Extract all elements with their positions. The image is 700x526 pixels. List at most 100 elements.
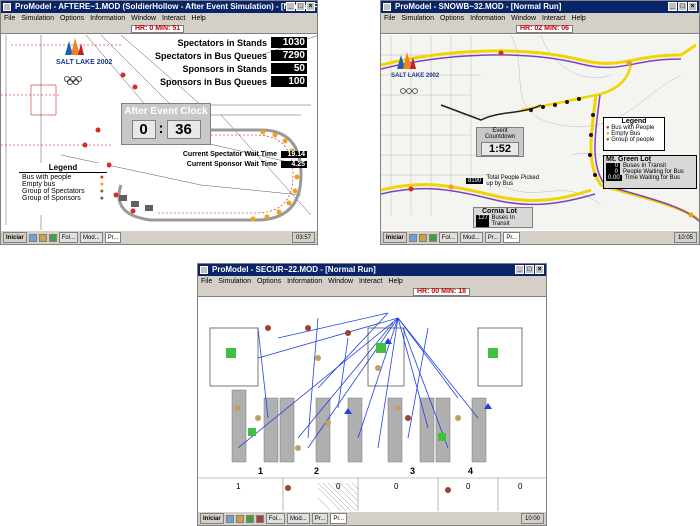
spectator-wait-time: Current Spectator Wait Time 19.14 <box>183 151 307 158</box>
quicklaunch-icon[interactable] <box>408 233 417 242</box>
simulation-canvas[interactable]: 1 2 3 4 1 0 0 0 0 <box>198 298 546 511</box>
tray-clock: 10:00 <box>520 513 544 524</box>
toolbar: HR: 0 MIN: 51 <box>1 24 317 34</box>
zone-count: 0 <box>336 482 341 491</box>
lot-title: Mt. Green Lot <box>606 156 652 163</box>
lane-label-4: 4 <box>468 466 474 476</box>
menu-help[interactable]: Help <box>388 276 402 287</box>
menu-window[interactable]: Window <box>131 13 156 24</box>
quicklaunch-icon[interactable] <box>28 233 37 242</box>
start-button[interactable]: Iniciar <box>200 513 224 524</box>
bus-people-icon: ● <box>99 174 104 181</box>
menu-help[interactable]: Help <box>571 13 585 24</box>
stat-sponsors-queues: Sponsors in Bus Queues 100 <box>160 76 307 87</box>
title-bar: ProModel - SNOWB~32.MOD - [Normal Run] _… <box>381 1 699 13</box>
taskbar-button[interactable]: Mod... <box>287 513 310 524</box>
menu-file[interactable]: File <box>201 276 212 287</box>
zone-count: 0 <box>466 482 471 491</box>
start-button[interactable]: Iniciar <box>383 232 407 243</box>
taskbar: Iniciar Fol... Mod... Pr... Pr... 10:05 <box>381 230 699 244</box>
menu-interact[interactable]: Interact <box>162 13 185 24</box>
quicklaunch-icon[interactable] <box>48 233 57 242</box>
quicklaunch-icon[interactable] <box>428 233 437 242</box>
taskbar-button[interactable]: Fol... <box>58 232 79 243</box>
legend-item: Empty bus ● <box>19 181 107 188</box>
close-button[interactable]: × <box>306 2 315 11</box>
simulation-canvas[interactable]: SALT LAKE 2002 Spectators in Stands 1030… <box>1 35 317 230</box>
quicklaunch-icon[interactable] <box>245 514 254 523</box>
legend-title: Legend <box>19 163 107 173</box>
taskbar-button[interactable]: Pr... <box>484 232 502 243</box>
minimize-button[interactable]: _ <box>668 2 677 11</box>
cornia-lot-panel: Cornia Lot 127 Buses In Transit <box>473 207 533 228</box>
promodel-app-icon <box>3 3 11 11</box>
legend-item: Group of Spectators ● <box>19 188 107 195</box>
logo-caption: SALT LAKE 2002 <box>391 73 440 79</box>
quicklaunch-icon[interactable] <box>38 233 47 242</box>
menu-simulation[interactable]: Simulation <box>401 13 434 24</box>
menu-interact[interactable]: Interact <box>542 13 565 24</box>
menu-information[interactable]: Information <box>287 276 322 287</box>
menu-bar: File Simulation Options Information Wind… <box>1 13 317 24</box>
close-button[interactable]: × <box>535 265 544 274</box>
taskbar-button[interactable]: Pr... <box>503 232 521 243</box>
menu-simulation[interactable]: Simulation <box>218 276 251 287</box>
wait-label: Current Spectator Wait Time <box>182 151 277 158</box>
taskbar-button[interactable]: Fol... <box>265 513 286 524</box>
menu-window[interactable]: Window <box>511 13 536 24</box>
minimize-button[interactable]: _ <box>515 265 524 274</box>
after-event-clock: After Event Clock 0 : 36 <box>121 103 211 145</box>
quicklaunch-icon[interactable] <box>225 514 234 523</box>
lot-row: 0.00 Time Waiting for Bus <box>604 175 696 181</box>
menu-information[interactable]: Information <box>470 13 505 24</box>
simulation-canvas[interactable]: SALT LAKE 2002 Event Countdown 1:52 8190… <box>381 35 699 230</box>
window-snowbasin: ProModel - SNOWB~32.MOD - [Normal Run] _… <box>380 0 700 245</box>
minimize-button[interactable]: _ <box>286 2 295 11</box>
toolbar: HR: 00 MIN: 18 <box>198 287 546 297</box>
menu-window[interactable]: Window <box>328 276 353 287</box>
taskbar-button[interactable]: Fol... <box>438 232 459 243</box>
taskbar-button[interactable]: Mod... <box>460 232 483 243</box>
quicklaunch-icon[interactable] <box>418 233 427 242</box>
menu-help[interactable]: Help <box>191 13 205 24</box>
stat-spectators-stands: Spectators in Stands 1030 <box>177 37 307 48</box>
stat-value: 7290 <box>271 50 307 61</box>
cornia-title: Cornia Lot <box>482 208 517 215</box>
stat-label: Spectators in Bus Queues <box>154 50 267 61</box>
countdown-value: 1:52 <box>481 142 519 156</box>
title-bar: ProModel - AFTERE~1.MOD (SoldierHollow -… <box>1 1 317 13</box>
menu-options[interactable]: Options <box>440 13 464 24</box>
taskbar-button[interactable]: Pr... <box>104 232 122 243</box>
menu-options[interactable]: Options <box>257 276 281 287</box>
start-button[interactable]: Iniciar <box>3 232 27 243</box>
sim-clock: HR: 00 MIN: 18 <box>413 288 471 296</box>
taskbar-button[interactable]: Pr... <box>311 513 329 524</box>
cornia-row: 127 Buses In Transit <box>474 215 532 227</box>
window-title: ProModel - SECUR~22.MOD - [Normal Run] <box>212 265 376 274</box>
wait-value: 4.25 <box>281 161 307 168</box>
stat-value: 100 <box>271 76 307 87</box>
taskbar-button[interactable]: Pr... <box>330 513 348 524</box>
clock-title: After Event Clock <box>124 106 208 117</box>
picked-up-label: Total People Picked up by Bus <box>486 175 540 187</box>
taskbar-button[interactable]: Mod... <box>80 232 103 243</box>
menu-bar: File Simulation Options Information Wind… <box>198 276 546 287</box>
quicklaunch-icon[interactable] <box>255 514 264 523</box>
quicklaunch-icon[interactable] <box>235 514 244 523</box>
maximize-button[interactable]: □ <box>525 265 534 274</box>
legend-label: Bus with people <box>22 174 72 181</box>
countdown-title: Event Countdown <box>484 128 516 140</box>
lane-label-3: 3 <box>410 466 416 476</box>
menu-file[interactable]: File <box>4 13 15 24</box>
maximize-button[interactable]: □ <box>678 2 687 11</box>
menu-interact[interactable]: Interact <box>359 276 382 287</box>
menu-information[interactable]: Information <box>90 13 125 24</box>
legend-item: Bus with people ● <box>19 174 107 181</box>
wait-label: Current Sponsor Wait Time <box>186 161 277 168</box>
menu-options[interactable]: Options <box>60 13 84 24</box>
menu-simulation[interactable]: Simulation <box>21 13 54 24</box>
menu-file[interactable]: File <box>384 13 395 24</box>
spectators-icon: ● <box>99 188 104 195</box>
maximize-button[interactable]: □ <box>296 2 305 11</box>
close-button[interactable]: × <box>688 2 697 11</box>
